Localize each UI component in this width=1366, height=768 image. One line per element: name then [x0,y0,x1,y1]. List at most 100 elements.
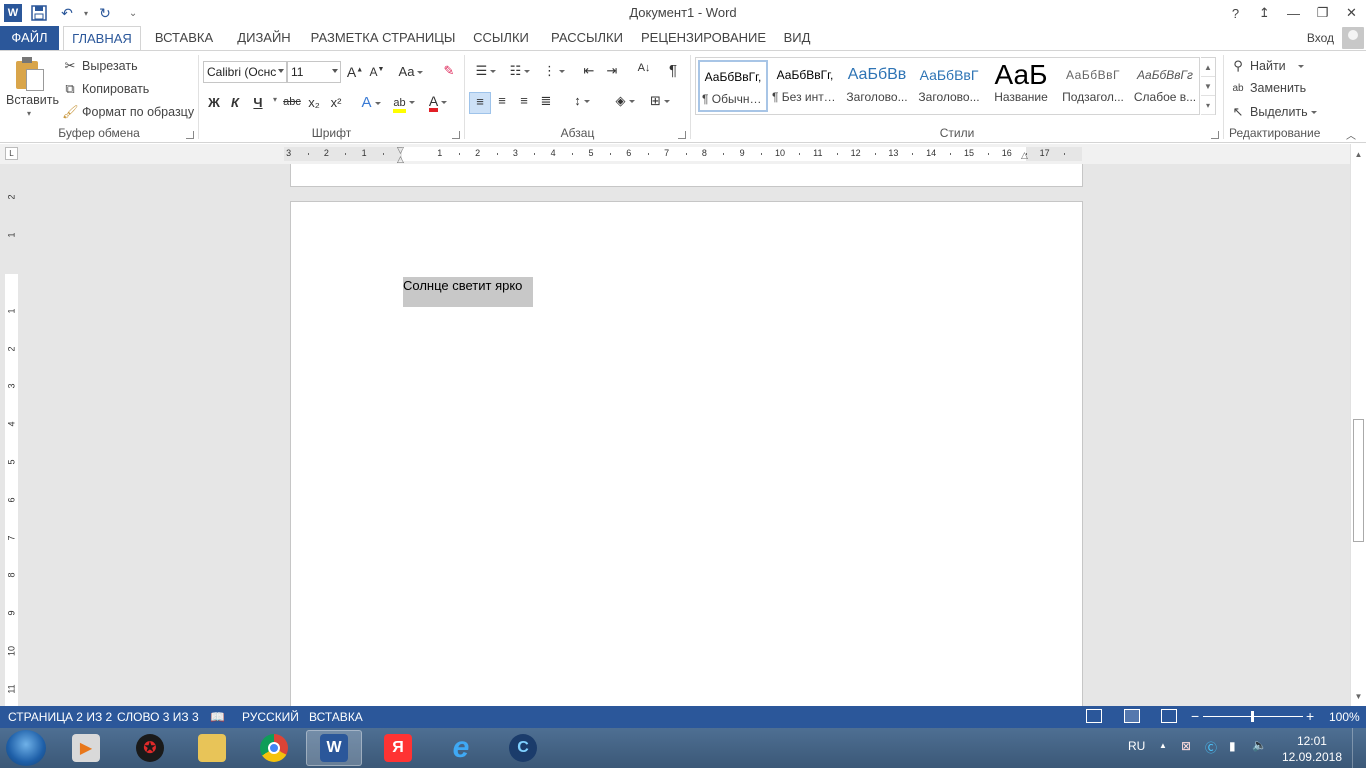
cut-button[interactable]: ✂ Вырезать [62,58,138,74]
shading-button[interactable]: ◈ [610,93,640,109]
collapse-ribbon-icon[interactable]: ︿ [1346,127,1356,142]
paragraph-launcher-icon[interactable] [678,131,686,139]
strikethrough-button[interactable]: abc [279,96,305,108]
tab-selector[interactable]: L [5,147,18,160]
ruler-tick [572,153,574,155]
media-player-app[interactable]: ▶ [58,730,114,766]
tab-page-layout[interactable]: РАЗМЕТКА СТРАНИЦЫ [310,26,456,50]
sign-in-link[interactable]: Вход [1307,31,1334,45]
ruler-tick [987,153,989,155]
superscript-button[interactable]: x² [326,95,346,110]
scroll-up-icon[interactable]: ▲ [1351,146,1366,162]
tab-mailings[interactable]: РАССЫЛКИ [547,26,627,50]
decrease-indent-icon[interactable]: ⇤ [579,63,599,79]
restore-button[interactable]: ❐ [1308,0,1337,26]
zoom-out-button[interactable]: − [1191,708,1199,724]
justify-button[interactable]: ≣ [536,93,556,109]
paste-dropdown-icon[interactable]: ▾ [27,109,31,118]
line-spacing-button[interactable]: ↕ [567,93,597,108]
file-explorer-app[interactable] [184,730,240,766]
clock[interactable]: 12:01 12.09.2018 [1282,733,1342,765]
close-button[interactable]: ✕ [1337,0,1366,26]
font-name-dropdown[interactable]: Calibri (Оснс [203,61,287,83]
proofing-icon[interactable]: 📖 [210,710,225,724]
grow-font-button[interactable]: A▲ [345,64,365,80]
zoom-level[interactable]: 100% [1329,710,1360,724]
insert-mode-indicator[interactable]: ВСТАВКА [309,710,363,724]
start-button[interactable] [6,730,46,766]
numbering-button[interactable]: ☷ [505,63,535,79]
minimize-button[interactable]: — [1279,0,1308,26]
multilevel-list-button[interactable]: ⋮ [539,63,569,79]
subscript-button[interactable]: x₂ [304,95,324,110]
scroll-down-icon[interactable]: ▼ [1351,688,1366,704]
increase-indent-icon[interactable]: ⇥ [602,63,622,79]
scroll-thumb[interactable] [1353,419,1364,542]
copy-button[interactable]: ⧉ Копировать [62,81,149,97]
internet-explorer-app[interactable]: e [433,730,489,766]
show-formatting-marks-button[interactable]: ¶ [663,62,683,79]
zoom-in-button[interactable]: + [1306,708,1314,724]
page-count[interactable]: СТРАНИЦА 2 ИЗ 2 [8,710,112,724]
shrink-font-button[interactable]: A▼ [367,65,387,79]
format-painter-button[interactable]: 🖌 Формат по образцу [62,104,194,120]
text-effects-button[interactable]: A [357,94,385,111]
word-app[interactable]: W [306,730,362,766]
clock-date: 12.09.2018 [1281,750,1342,764]
sort-button[interactable]: A↓ [633,62,655,74]
italic-button[interactable]: К [225,95,245,110]
find-button[interactable]: ⚲ Найти [1230,58,1304,74]
tab-file[interactable]: ФАЙЛ [0,26,59,50]
yandex-browser-app[interactable]: Я [370,730,426,766]
paste-button[interactable]: Вставить [6,93,59,107]
input-language[interactable]: RU [1128,739,1145,753]
tray-app-icon[interactable]: Ⓒ [1205,739,1217,756]
binoculars-icon: ⚲ [1233,58,1243,73]
show-desktop-button[interactable] [1352,728,1366,768]
highlight-button[interactable]: ab [389,94,419,113]
selected-text[interactable]: Солнце светит ярко [403,277,533,307]
select-button[interactable]: ↖ Выделить [1230,104,1317,120]
tab-design[interactable]: ДИЗАЙН [230,26,298,50]
vertical-scrollbar[interactable]: ▲ ▼ [1350,144,1366,706]
align-center-button[interactable]: ≡ [492,93,512,108]
volume-icon[interactable]: 🔈 [1252,738,1267,752]
vertical-ruler[interactable]: 2 1 1 2 3 4 5 6 7 8 9 10 11 [5,195,18,706]
network-icon[interactable]: ⊠ [1181,739,1191,753]
bullets-button[interactable]: ☰ [471,63,501,79]
clipboard-launcher-icon[interactable] [186,131,194,139]
language-indicator[interactable]: РУССКИЙ [242,710,299,724]
game-app[interactable]: ✪ [122,730,178,766]
right-indent-marker[interactable]: △ [1021,150,1028,161]
borders-button[interactable]: ⊞ [645,93,675,109]
font-color-button[interactable]: A [423,94,453,112]
tab-insert[interactable]: ВСТАВКА [150,26,218,50]
align-left-button[interactable]: ≡ [469,92,491,114]
paste-icon[interactable] [16,57,46,91]
styles-launcher-icon[interactable] [1211,131,1219,139]
font-size-dropdown[interactable]: 11 [287,61,341,83]
read-mode-icon[interactable] [1086,709,1102,723]
ribbon-display-options-button[interactable]: ↥ [1250,0,1279,26]
chrome-app[interactable] [246,730,302,766]
replace-button[interactable]: ab Заменить [1230,81,1306,95]
bold-button[interactable]: Ж [204,95,224,110]
font-launcher-icon[interactable] [452,131,460,139]
tab-review[interactable]: РЕЦЕНЗИРОВАНИЕ [641,26,766,50]
web-layout-icon[interactable] [1161,709,1177,723]
tab-home[interactable]: ГЛАВНАЯ [63,26,141,51]
zoom-slider-thumb[interactable] [1251,711,1254,722]
battery-icon[interactable]: ▮ [1229,739,1236,753]
change-case-button[interactable]: Aa [397,64,425,79]
tab-references[interactable]: ССЫЛКИ [470,26,532,50]
document-page[interactable]: Солнце светит ярко [290,201,1083,706]
avatar[interactable] [1342,27,1364,49]
word-count[interactable]: СЛОВО 3 ИЗ 3 [117,710,199,724]
clear-formatting-icon[interactable]: ✎ [439,63,459,79]
tray-expand-icon[interactable]: ▲ [1159,741,1167,750]
tab-view[interactable]: ВИД [780,26,814,50]
print-layout-icon[interactable] [1124,709,1140,723]
help-button[interactable]: ? [1221,0,1250,26]
ccleaner-app[interactable]: C [495,730,551,766]
align-right-button[interactable]: ≡ [514,93,534,108]
